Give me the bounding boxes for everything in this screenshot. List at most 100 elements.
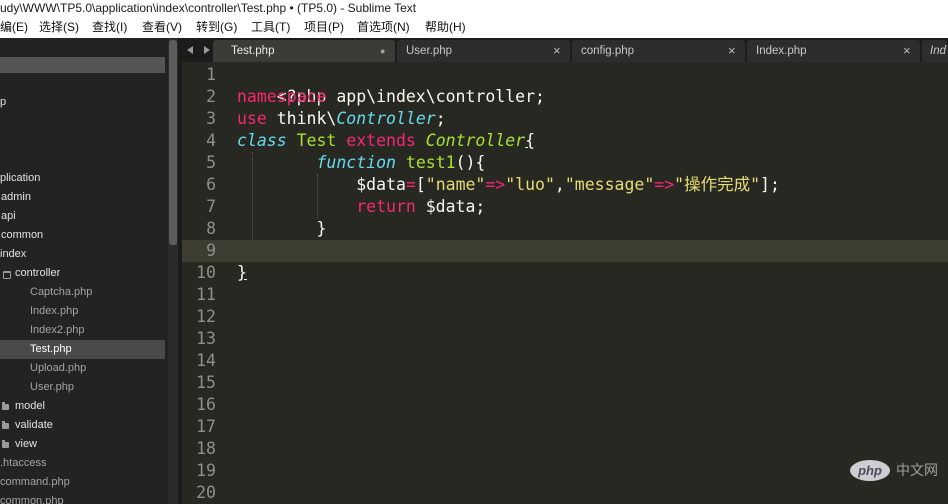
line-number: 20 (196, 483, 216, 502)
line-number: 5 (206, 153, 216, 172)
sidebar-item-validate[interactable]: validate (0, 416, 165, 435)
triangle-left-icon[interactable] (187, 46, 193, 54)
sidebar-item-index[interactable]: index (0, 245, 165, 264)
sidebar-item-label: controller (15, 267, 61, 279)
close-icon[interactable]: × (553, 40, 561, 62)
line-number: 14 (196, 351, 216, 370)
sidebar-item-label: Captcha.php (30, 286, 93, 298)
tab-index-php[interactable]: Index.php × (747, 40, 920, 62)
code-token: => (654, 175, 675, 194)
menu-find[interactable]: 查找(I) (92, 19, 127, 36)
sidebar-item-user-php[interactable]: User.php (0, 378, 165, 397)
modified-dot-icon[interactable]: ● (380, 40, 385, 62)
code-token: think\ (266, 109, 337, 128)
code-token: "操作完成" (674, 175, 761, 194)
menu-selection[interactable]: 选择(S) (39, 19, 79, 36)
close-icon[interactable]: × (728, 40, 736, 62)
sidebar-item-index-php[interactable]: Index.php (0, 302, 165, 321)
code-token: = (405, 175, 416, 194)
menu-tools[interactable]: 工具(T) (251, 19, 290, 36)
sidebar-item-upload-php[interactable]: Upload.php (0, 359, 165, 378)
code-token: ]; (760, 175, 780, 194)
tab-config-php[interactable]: config.php × (572, 40, 745, 62)
sidebar-item-view[interactable]: view (0, 435, 165, 454)
code-editor[interactable]: 1 2 3 4 5 6 7 8 9 10 11 12 13 14 15 16 1… (182, 62, 948, 504)
sidebar-item-test-php[interactable]: Test.php (0, 340, 165, 359)
sidebar-item-label: Index2.php (30, 324, 85, 336)
code-line-9[interactable] (237, 240, 437, 262)
tab-label: User.php (406, 45, 453, 57)
code-token: extends (336, 131, 416, 150)
sidebar-item-p[interactable]: p (0, 93, 165, 112)
code-line-8[interactable]: } (237, 218, 326, 240)
code-token: namespace (237, 87, 327, 106)
line-number: 11 (196, 285, 216, 304)
line-number: 3 (206, 109, 216, 128)
menu-goto[interactable]: 转到(G) (196, 19, 237, 36)
line-number: 1 (206, 65, 216, 84)
tab-user-php[interactable]: User.php × (397, 40, 570, 62)
watermark-text: 中文网 (896, 462, 938, 478)
menu-view[interactable]: 查看(V) (142, 19, 182, 36)
title-bar: udy\WWW\TP5.0\application\index\controll… (0, 0, 948, 17)
sidebar-item-common-php[interactable]: common.php (0, 492, 165, 504)
menu-edit[interactable]: 编(E) (0, 19, 28, 36)
tab-bar: Test.php ● User.php × config.php × Index… (182, 38, 948, 62)
triangle-right-icon[interactable] (204, 46, 210, 54)
tab-test-php[interactable]: Test.php ● (213, 40, 395, 62)
sidebar-item-api[interactable]: api (0, 207, 165, 226)
sidebar-scrollbar[interactable] (168, 38, 178, 504)
code-line-10[interactable]: } (237, 262, 247, 284)
tab-label: Index.php (756, 45, 807, 57)
code-token: Controller (336, 109, 436, 128)
sidebar-item-controller[interactable]: controller (0, 264, 165, 283)
code-line-3[interactable]: use think\Controller; (237, 108, 446, 130)
matched-bracket: { (525, 131, 536, 150)
code-line-1[interactable]: <?php (237, 64, 327, 106)
line-number: 8 (206, 219, 216, 238)
sidebar-item-label: p (0, 96, 7, 108)
code-token: => (485, 175, 506, 194)
code-token: , (554, 175, 565, 194)
menu-preferences[interactable]: 首选项(N) (357, 19, 410, 36)
code-line-6[interactable]: $data=["name"=>"luo","message"=>"操作完成"]; (237, 174, 780, 196)
sidebar-scrollbar-thumb[interactable] (169, 40, 177, 245)
menu-project[interactable]: 项目(P) (304, 19, 344, 36)
code-token: app\index\controller; (326, 87, 545, 106)
close-icon[interactable]: × (903, 40, 911, 62)
sidebar-item-label: admin (1, 191, 31, 203)
sidebar-item-admin[interactable]: admin (0, 188, 165, 207)
line-number: 19 (196, 461, 216, 480)
line-number: 15 (196, 373, 216, 392)
line-number: 18 (196, 439, 216, 458)
tab-label: config.php (581, 45, 635, 57)
menu-help[interactable]: 帮助(H) (425, 19, 466, 36)
code-line-5[interactable]: function test1(){ (237, 152, 485, 174)
sidebar-item-htaccess[interactable]: .htaccess (0, 454, 165, 473)
code-line-2[interactable]: namespace app\index\controller; (237, 86, 545, 108)
sidebar: p plication admin api common index contr… (0, 38, 178, 504)
sidebar-item-command-php[interactable]: command.php (0, 473, 165, 492)
watermark-logo-text: php (858, 463, 882, 478)
code-token: Test (286, 131, 337, 150)
sidebar-item-model[interactable]: model (0, 397, 165, 416)
sidebar-header (0, 57, 165, 73)
sidebar-item-application[interactable]: plication (0, 169, 165, 188)
code-token: Controller (415, 131, 526, 150)
sidebar-item-label: plication (0, 172, 41, 184)
sidebar-item-captcha-php[interactable]: Captcha.php (0, 283, 165, 302)
code-token: "name" (425, 175, 486, 194)
tab-overflow[interactable]: Ind (922, 40, 948, 62)
line-number: 7 (206, 197, 216, 216)
sidebar-item-label: Index.php (30, 305, 79, 317)
sidebar-item-common[interactable]: common (0, 226, 165, 245)
line-number: 12 (196, 307, 216, 326)
code-line-7[interactable]: return $data; (237, 196, 485, 218)
code-token: ; (435, 109, 446, 128)
tab-label: Test.php (231, 45, 275, 57)
sidebar-item-index2-php[interactable]: Index2.php (0, 321, 165, 340)
code-token: $data (237, 175, 406, 194)
sidebar-item-label: command.php (0, 476, 70, 488)
code-token: "message" (564, 175, 655, 194)
code-line-4[interactable]: class Test extends Controller{ (237, 130, 535, 152)
